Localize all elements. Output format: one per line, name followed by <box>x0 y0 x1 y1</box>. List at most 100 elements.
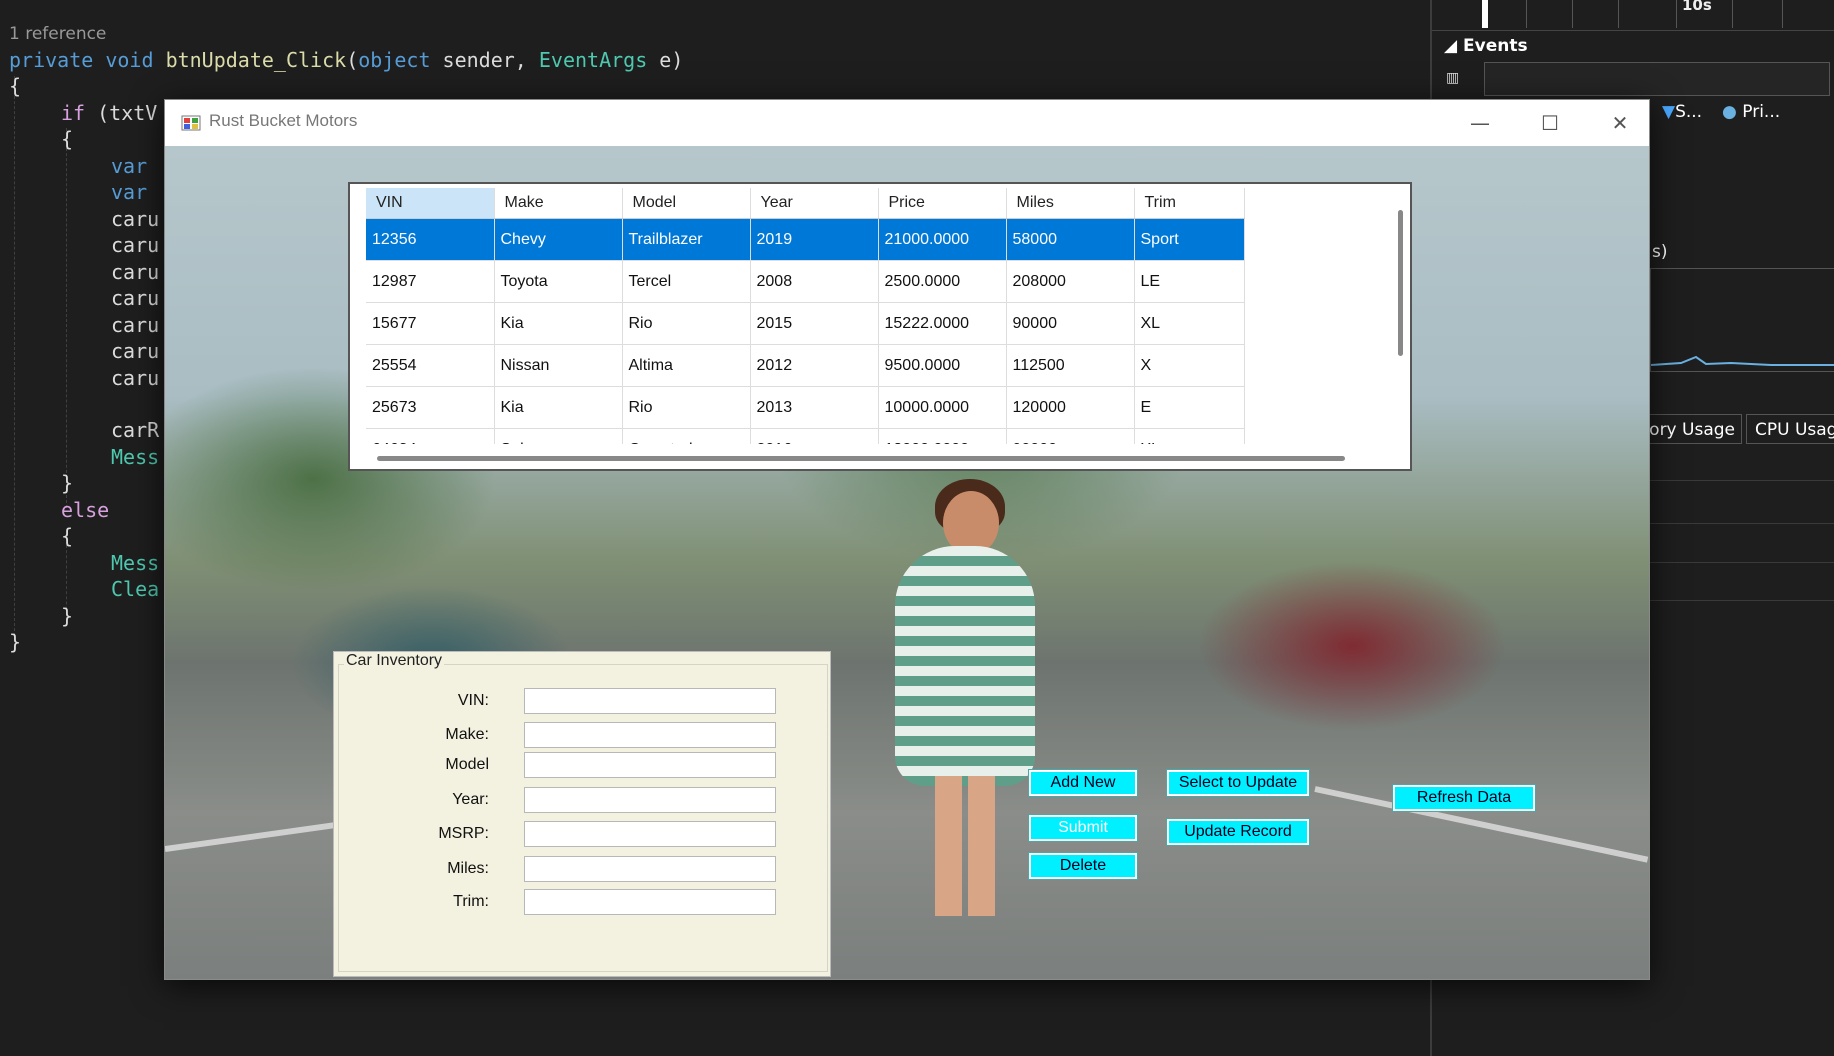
cell-miles[interactable]: 90000 <box>1006 428 1135 444</box>
code-line[interactable]: caru <box>111 286 159 310</box>
cell-year[interactable]: 2019 <box>750 218 879 261</box>
code-line[interactable]: var <box>111 180 147 204</box>
column-header-year[interactable]: Year <box>750 188 879 219</box>
miles-field[interactable] <box>524 856 776 882</box>
year-field[interactable] <box>524 787 776 813</box>
horizontal-scrollbar[interactable] <box>377 456 1345 461</box>
events-filter-box[interactable] <box>1484 62 1830 96</box>
code-line[interactable]: Clea <box>111 577 159 601</box>
code-line[interactable]: } <box>61 604 73 628</box>
cell-year[interactable]: 2016 <box>750 428 879 444</box>
cell-model[interactable]: Rio <box>622 302 751 345</box>
submit-button[interactable]: Submit <box>1029 815 1137 841</box>
msrp-field[interactable] <box>524 821 776 847</box>
cell-model[interactable]: Crosstrek <box>622 428 751 444</box>
timeline-cursor[interactable] <box>1482 0 1488 28</box>
cell-year[interactable]: 2008 <box>750 260 879 303</box>
add-new-button[interactable]: Add New <box>1029 770 1137 796</box>
table-row[interactable]: 12356 Chevy Trailblazer 2019 21000.0000 … <box>366 218 1245 261</box>
select-to-update-button[interactable]: Select to Update <box>1167 770 1309 796</box>
cell-miles[interactable]: 90000 <box>1006 302 1135 345</box>
refresh-data-button[interactable]: Refresh Data <box>1393 785 1535 811</box>
cell-model[interactable]: Tercel <box>622 260 751 303</box>
code-line[interactable]: } <box>9 630 21 654</box>
cell-miles[interactable]: 208000 <box>1006 260 1135 303</box>
table-row[interactable]: 12987 Toyota Tercel 2008 2500.0000 20800… <box>366 260 1245 303</box>
code-line-else[interactable]: else <box>61 498 109 522</box>
cell-price[interactable]: 18000.0000 <box>878 428 1007 444</box>
cell-model[interactable]: Altima <box>622 344 751 387</box>
cell-vin[interactable]: 15677 <box>366 302 495 345</box>
table-row[interactable]: 25554 Nissan Altima 2012 9500.0000 11250… <box>366 344 1245 387</box>
code-line[interactable]: Mess <box>111 445 159 469</box>
vertical-scrollbar[interactable] <box>1398 210 1403 356</box>
cell-vin[interactable]: 12356 <box>366 218 495 261</box>
code-line[interactable]: var <box>111 154 147 178</box>
cell-model[interactable]: Trailblazer <box>622 218 751 261</box>
reference-codelens[interactable]: 1 reference <box>9 24 106 44</box>
cell-model[interactable]: Rio <box>622 386 751 429</box>
code-line[interactable]: { <box>9 74 21 98</box>
model-field[interactable] <box>524 752 776 778</box>
cell-miles[interactable]: 112500 <box>1006 344 1135 387</box>
code-line[interactable]: Mess <box>111 551 159 575</box>
cell-make[interactable]: Kia <box>494 386 623 429</box>
code-line[interactable]: { <box>61 127 73 151</box>
inventory-data-grid[interactable]: VIN Make Model Year Price Miles Trim 123… <box>348 182 1412 471</box>
legend-private-bytes[interactable]: ● Pri... <box>1722 102 1780 122</box>
make-field[interactable] <box>524 722 776 748</box>
cell-trim[interactable]: XL <box>1134 428 1245 444</box>
cell-trim[interactable]: LE <box>1134 260 1245 303</box>
cell-price[interactable]: 2500.0000 <box>878 260 1007 303</box>
code-line[interactable]: } <box>61 471 73 495</box>
code-line-method-signature[interactable]: private void btnUpdate_Click(object send… <box>9 48 683 72</box>
delete-button[interactable]: Delete <box>1029 853 1137 879</box>
column-header-vin[interactable]: VIN <box>366 188 495 219</box>
cell-year[interactable]: 2012 <box>750 344 879 387</box>
vin-field[interactable] <box>524 688 776 714</box>
code-line[interactable]: caru <box>111 233 159 257</box>
cell-miles[interactable]: 120000 <box>1006 386 1135 429</box>
cell-year[interactable]: 2013 <box>750 386 879 429</box>
cell-vin[interactable]: 25673 <box>366 386 495 429</box>
trim-field[interactable] <box>524 889 776 915</box>
update-record-button[interactable]: Update Record <box>1167 819 1309 845</box>
cell-trim[interactable]: E <box>1134 386 1245 429</box>
code-line[interactable]: caru <box>111 260 159 284</box>
column-header-price[interactable]: Price <box>878 188 1007 219</box>
cell-price[interactable]: 21000.0000 <box>878 218 1007 261</box>
cell-make[interactable]: Nissan <box>494 344 623 387</box>
column-header-make[interactable]: Make <box>494 188 623 219</box>
minimize-button[interactable]: — <box>1445 100 1515 146</box>
cell-make[interactable]: Chevy <box>494 218 623 261</box>
cell-vin[interactable]: 64634 <box>366 428 495 444</box>
code-line[interactable]: caru <box>111 207 159 231</box>
table-row[interactable]: 25673 Kia Rio 2013 10000.0000 120000 E <box>366 386 1245 429</box>
code-line[interactable]: { <box>61 524 73 548</box>
code-line-if[interactable]: if (txtV <box>61 101 157 125</box>
code-line[interactable]: caru <box>111 339 159 363</box>
cell-miles[interactable]: 58000 <box>1006 218 1135 261</box>
cell-trim[interactable]: Sport <box>1134 218 1245 261</box>
column-header-miles[interactable]: Miles <box>1006 188 1135 219</box>
cell-make[interactable]: Subaru <box>494 428 623 444</box>
cell-make[interactable]: Toyota <box>494 260 623 303</box>
maximize-button[interactable]: ☐ <box>1515 100 1585 146</box>
cell-year[interactable]: 2015 <box>750 302 879 345</box>
code-line[interactable]: carR <box>111 418 159 442</box>
close-button[interactable]: ✕ <box>1585 100 1649 146</box>
cell-vin[interactable]: 25554 <box>366 344 495 387</box>
column-header-model[interactable]: Model <box>622 188 751 219</box>
timeline-ruler[interactable]: 10s <box>1432 0 1834 31</box>
cell-trim[interactable]: XL <box>1134 302 1245 345</box>
code-line[interactable]: caru <box>111 366 159 390</box>
table-row[interactable]: 15677 Kia Rio 2015 15222.0000 90000 XL <box>366 302 1245 345</box>
legend-snapshot[interactable]: ▼S... <box>1662 102 1702 122</box>
cell-price[interactable]: 10000.0000 <box>878 386 1007 429</box>
cell-price[interactable]: 15222.0000 <box>878 302 1007 345</box>
column-header-trim[interactable]: Trim <box>1134 188 1245 219</box>
cell-trim[interactable]: X <box>1134 344 1245 387</box>
events-header[interactable]: ◢ Events <box>1444 36 1528 56</box>
cell-make[interactable]: Kia <box>494 302 623 345</box>
columns-icon[interactable]: ▥ <box>1446 70 1464 86</box>
